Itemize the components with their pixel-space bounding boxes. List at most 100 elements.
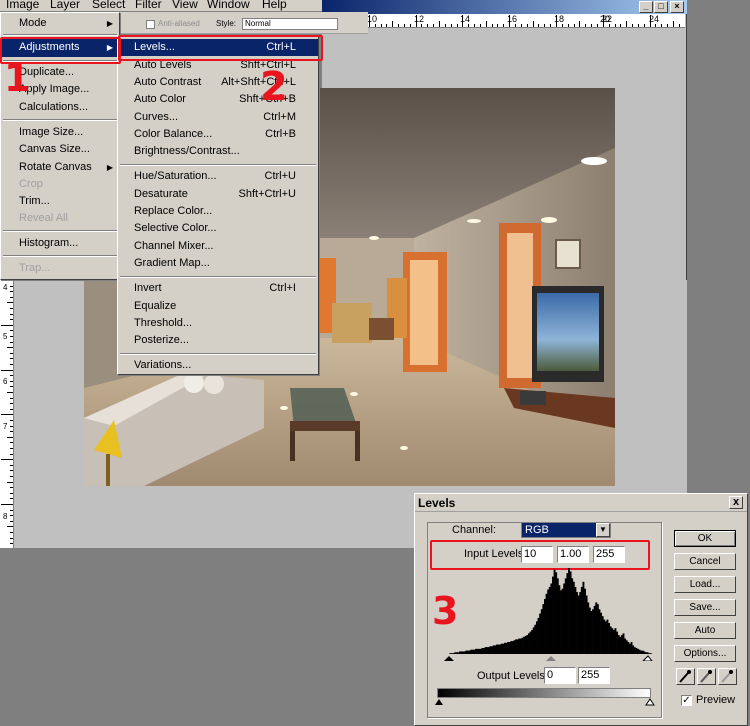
cancel-button[interactable]: Cancel — [674, 553, 736, 570]
menu-item-crop: Crop — [19, 178, 43, 190]
preview-label: Preview — [696, 694, 736, 706]
ruler-label: 12 — [414, 14, 425, 24]
ruler-label: 22 — [602, 14, 613, 24]
annotation-box-levels — [118, 35, 323, 61]
anti-aliased-checkbox[interactable] — [146, 20, 155, 29]
menu-item-image-size[interactable]: Image Size... — [1, 124, 119, 141]
menu-item-posterize[interactable]: Posterize... — [118, 332, 318, 349]
output-black-slider[interactable] — [435, 699, 443, 705]
menu-item-canvas-size[interactable]: Canvas Size... — [1, 141, 119, 158]
ruler-label: 4 — [3, 283, 8, 292]
menu-select[interactable]: Select — [92, 0, 125, 11]
menu-window[interactable]: Window — [207, 0, 250, 11]
channel-label: Channel: — [452, 524, 497, 536]
horizontal-ruler: 10 12 14 16 18 20 22 24 — [322, 14, 685, 28]
menu-item-color-balance[interactable]: Color Balance... Ctrl+B — [118, 126, 318, 143]
ruler-label: 18 — [554, 14, 565, 24]
ruler-label: 6 — [3, 377, 8, 386]
output-gradient-bar — [437, 688, 651, 698]
submenu-arrow-icon: ▶ — [106, 19, 113, 28]
anti-aliased-label: Anti-aliased — [158, 19, 200, 28]
close-icon[interactable]: × — [670, 1, 684, 13]
menu-item-trim[interactable]: Trim... — [1, 193, 119, 210]
menu-item-curves[interactable]: Curves... Ctrl+M — [118, 109, 318, 126]
ok-button[interactable]: OK — [674, 530, 736, 547]
menu-separator — [3, 34, 117, 36]
levels-titlebar[interactable]: Levels x — [415, 494, 747, 512]
save-button[interactable]: Save... — [674, 599, 736, 616]
menu-item-selective-color[interactable]: Selective Color... — [118, 220, 318, 237]
ruler-label: 7 — [3, 422, 8, 431]
black-eyedropper-icon[interactable] — [676, 668, 695, 685]
minimize-icon[interactable]: _ — [639, 1, 653, 13]
white-eyedropper-icon[interactable] — [718, 668, 737, 685]
maximize-icon[interactable]: □ — [654, 1, 668, 13]
menu-item-mode[interactable]: Mode ▶ — [1, 15, 119, 32]
options-button[interactable]: Options... — [674, 645, 736, 662]
annotation-step-2: 2 — [260, 64, 288, 110]
menu-item-threshold[interactable]: Threshold... — [118, 315, 318, 332]
menu-item-histogram[interactable]: Histogram... — [1, 235, 119, 252]
document-titlebar[interactable]: _ □ × — [322, 0, 687, 14]
menu-item-brightness-contrast[interactable]: Brightness/Contrast... — [118, 143, 318, 160]
menu-item-calculations[interactable]: Calculations... — [1, 99, 119, 116]
submenu-arrow-icon: ▶ — [106, 163, 113, 172]
output-levels-label: Output Levels: — [477, 670, 548, 682]
menu-item-rotate-canvas[interactable]: Rotate Canvas ▶ — [1, 159, 119, 176]
menu-image[interactable]: Image — [6, 0, 39, 11]
menu-item-equalize[interactable]: Equalize — [118, 298, 318, 315]
annotation-step-3: 3 — [432, 589, 459, 633]
ruler-label: 5 — [3, 332, 8, 341]
menu-item-auto-contrast[interactable]: Auto Contrast Alt+Shft+Ctrl+L — [118, 74, 318, 91]
close-icon[interactable]: x — [729, 496, 743, 509]
load-button[interactable]: Load... — [674, 576, 736, 593]
menu-item-trap: Trap... — [19, 262, 51, 274]
vertical-ruler-ticks — [1, 280, 13, 544]
ruler-label: 8 — [3, 512, 8, 521]
auto-button[interactable]: Auto — [674, 622, 736, 639]
ruler-label: 14 — [460, 14, 471, 24]
output-white-slider[interactable] — [645, 698, 655, 706]
histogram-bar — [649, 653, 652, 654]
output-white-field[interactable]: 255 — [578, 667, 610, 684]
preview-checkbox[interactable]: ✓ — [681, 695, 692, 706]
menu-item-auto-color[interactable]: Auto Color Shft+Ctrl+B — [118, 91, 318, 108]
menu-separator — [120, 276, 316, 278]
menu-separator — [3, 255, 117, 257]
annotation-step-1: 1 — [4, 56, 31, 100]
output-sliders — [435, 698, 655, 706]
style-label: Style: — [216, 19, 237, 28]
menu-item-variations[interactable]: Variations... — [118, 357, 318, 374]
menu-item-gradient-map[interactable]: Gradient Map... — [118, 255, 318, 272]
menu-help[interactable]: Help — [262, 0, 287, 11]
canvas-left-area — [14, 280, 84, 548]
ruler-label: 10 — [367, 14, 378, 24]
adjustments-submenu: Levels... Ctrl+L Auto Levels Shft+Ctrl+L A… — [117, 35, 319, 375]
menu-item-desaturate[interactable]: Desaturate Shft+Ctrl+U — [118, 186, 318, 203]
histogram-chart — [444, 568, 653, 661]
menu-item-hue-saturation[interactable]: Hue/Saturation... Ctrl+U — [118, 168, 318, 185]
input-black-slider[interactable] — [444, 656, 454, 661]
levels-title: Levels — [418, 496, 456, 510]
menu-item-channel-mixer[interactable]: Channel Mixer... — [118, 238, 318, 255]
menu-separator — [3, 230, 117, 232]
menu-separator — [3, 119, 117, 121]
menu-filter[interactable]: Filter — [135, 0, 162, 11]
menu-separator — [120, 164, 316, 166]
vertical-ruler: 4 5 6 7 8 — [0, 280, 14, 548]
ruler-label: 16 — [507, 14, 518, 24]
menu-item-replace-color[interactable]: Replace Color... — [118, 203, 318, 220]
menu-view[interactable]: View — [172, 0, 198, 11]
ruler-label: 24 — [649, 14, 660, 24]
menu-item-invert[interactable]: Invert Ctrl+I — [118, 280, 318, 297]
chevron-down-icon[interactable]: ▼ — [596, 523, 610, 537]
gray-eyedropper-icon[interactable] — [697, 668, 716, 685]
style-select[interactable]: Normal — [242, 18, 338, 30]
levels-dialog: Levels x Channel: RGB ▼ Input Levels: 10… — [414, 493, 748, 726]
options-bar: Anti-aliased Style: Normal — [118, 12, 368, 34]
menu-item-reveal-all: Reveal All — [19, 212, 68, 224]
input-gamma-slider[interactable] — [546, 656, 556, 661]
menu-layer[interactable]: Layer — [50, 0, 80, 11]
output-black-field[interactable]: 0 — [544, 667, 576, 684]
input-white-slider[interactable] — [642, 655, 653, 661]
